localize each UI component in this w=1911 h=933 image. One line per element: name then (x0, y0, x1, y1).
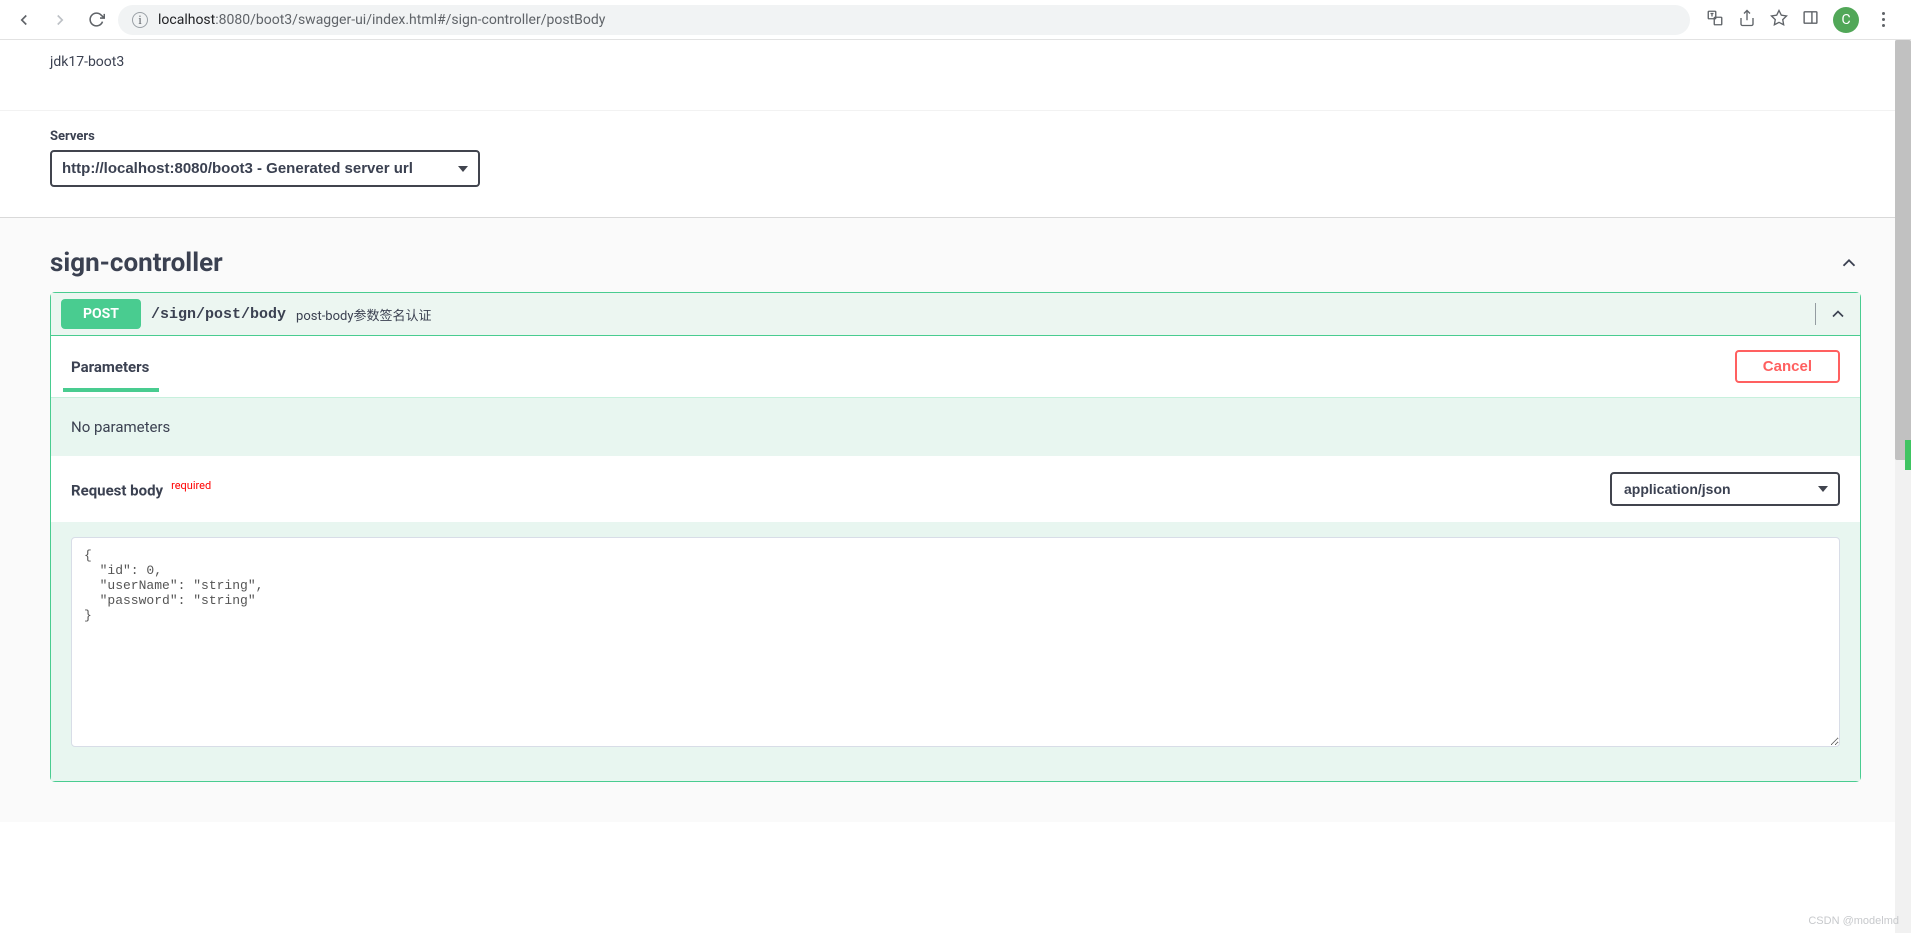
operation-summary[interactable]: POST /sign/post/body post-body参数签名认证 (51, 293, 1860, 336)
translate-icon[interactable] (1706, 9, 1724, 31)
request-body-header: Request body required application/json (51, 456, 1860, 522)
parameters-title: Parameters (71, 358, 149, 376)
operation-block: POST /sign/post/body post-body参数签名认证 Par… (50, 292, 1861, 782)
cancel-button[interactable]: Cancel (1735, 350, 1840, 383)
collapse-tag-icon[interactable] (1837, 251, 1861, 275)
menu-icon[interactable] (1873, 12, 1893, 27)
parameters-header: Parameters Cancel (51, 336, 1860, 398)
watermark: CSDN @modelmd (1808, 915, 1899, 927)
request-body-label: Request body (71, 481, 163, 499)
operation-body: Parameters Cancel No parameters Request … (51, 336, 1860, 781)
share-icon[interactable] (1738, 9, 1756, 31)
servers-section: Servers http://localhost:8080/boot3 - Ge… (0, 111, 1911, 217)
browser-toolbar: i localhost:8080/boot3/swagger-ui/index.… (0, 0, 1911, 40)
scrollbar-thumb[interactable] (1895, 40, 1911, 460)
servers-label: Servers (50, 129, 1861, 144)
profile-letter: C (1841, 12, 1850, 28)
request-body-editor[interactable] (71, 537, 1840, 747)
scrollbar-accent (1905, 440, 1911, 470)
toolbar-right: C (1698, 7, 1901, 33)
url-text: localhost:8080/boot3/swagger-ui/index.ht… (158, 12, 605, 28)
api-description: jdk17-boot3 (0, 40, 1911, 111)
scrollbar-track[interactable] (1895, 40, 1911, 933)
panel-icon[interactable] (1802, 9, 1819, 30)
operation-path: /sign/post/body (151, 306, 286, 323)
method-badge: POST (61, 299, 141, 329)
profile-avatar[interactable]: C (1833, 7, 1859, 33)
server-select[interactable]: http://localhost:8080/boot3 - Generated … (50, 150, 480, 187)
reload-button[interactable] (82, 6, 110, 34)
site-info-icon[interactable]: i (132, 12, 148, 28)
operation-description: post-body参数签名认证 (296, 305, 431, 324)
summary-separator (1815, 303, 1816, 325)
body-editor-section (51, 522, 1860, 781)
collapse-operation-icon[interactable] (1826, 302, 1850, 326)
content-type-select[interactable]: application/json (1610, 472, 1840, 506)
required-badge: required (171, 479, 211, 492)
forward-button[interactable] (46, 6, 74, 34)
operations-area: sign-controller POST /sign/post/body pos… (0, 218, 1911, 822)
star-icon[interactable] (1770, 9, 1788, 31)
back-button[interactable] (10, 6, 38, 34)
no-parameters-text: No parameters (51, 398, 1860, 456)
tag-header[interactable]: sign-controller (50, 238, 1861, 292)
tag-name: sign-controller (50, 248, 223, 278)
address-bar[interactable]: i localhost:8080/boot3/swagger-ui/index.… (118, 5, 1690, 35)
